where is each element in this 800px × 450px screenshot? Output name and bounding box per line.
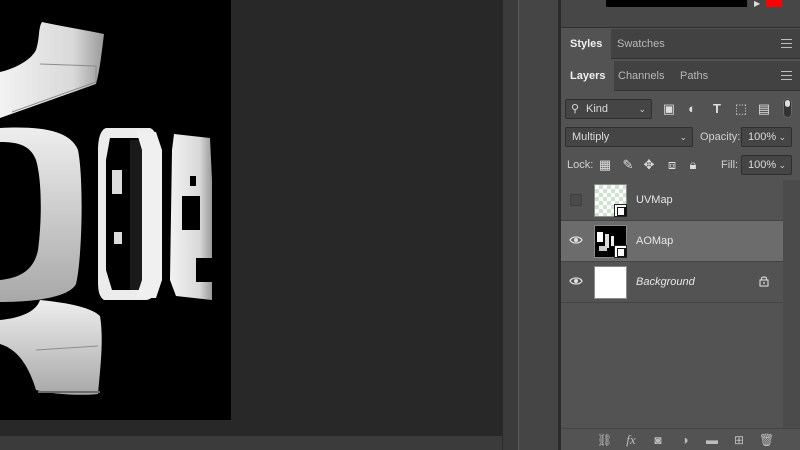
tab-layers[interactable]: Layers bbox=[561, 61, 615, 91]
layer-name[interactable]: Background bbox=[636, 276, 695, 288]
layer-thumbnail[interactable] bbox=[594, 266, 627, 299]
tab-paths[interactable]: Paths bbox=[671, 61, 717, 91]
panel-menu-icon[interactable] bbox=[781, 71, 792, 80]
layer-thumbnail[interactable] bbox=[594, 184, 627, 217]
panel-menu-icon[interactable] bbox=[781, 39, 792, 48]
opacity-field[interactable]: 100% ⌄ bbox=[741, 127, 792, 147]
visibility-toggle[interactable] bbox=[570, 194, 582, 206]
filter-kind-dropdown[interactable]: ⚲ Kind ⌄ bbox=[565, 99, 652, 119]
shape-filter-icon[interactable]: ⬚ bbox=[734, 102, 748, 116]
filter-kind-label: Kind bbox=[586, 103, 609, 115]
lock-all-icon[interactable]: 🔒︎ bbox=[686, 158, 700, 172]
link-icon[interactable]: ⛓ bbox=[597, 433, 612, 447]
smart-object-icon bbox=[614, 204, 627, 217]
color-panel-strip: ▶ bbox=[561, 0, 800, 28]
filter-toggle[interactable] bbox=[783, 98, 792, 118]
layers-footer-bar: ⛓ fx ◙ ◑ ▬ ⊞ 🗑︎ bbox=[561, 428, 800, 450]
eye-icon[interactable] bbox=[569, 276, 583, 286]
opacity-value: 100% bbox=[748, 131, 777, 143]
lock-position-icon[interactable]: ✥ bbox=[642, 158, 656, 172]
eye-icon[interactable] bbox=[569, 235, 583, 245]
ao-map-artwork bbox=[0, 22, 212, 395]
document-canvas[interactable] bbox=[0, 0, 231, 420]
layer-thumbnail[interactable] bbox=[594, 225, 627, 258]
blend-mode-dropdown[interactable]: Multiply ⌄ bbox=[565, 127, 693, 147]
tab-styles[interactable]: Styles bbox=[561, 29, 612, 59]
right-panel-column: ▶ Styles Swatches Layers Channels Paths … bbox=[561, 0, 800, 450]
tab-swatches[interactable]: Swatches bbox=[608, 29, 674, 59]
chevron-down-icon: ⌄ bbox=[679, 132, 687, 142]
play-icon[interactable]: ▶ bbox=[754, 0, 760, 8]
fx-icon[interactable]: fx bbox=[624, 433, 638, 447]
fill-field[interactable]: 100% ⌄ bbox=[741, 155, 792, 175]
trash-icon[interactable]: 🗑︎ bbox=[759, 433, 774, 447]
foreground-color-swatch[interactable] bbox=[766, 0, 782, 7]
group-folder-icon[interactable]: ▬ bbox=[705, 433, 719, 447]
styles-tabbar: Styles Swatches bbox=[561, 29, 800, 59]
collapsed-panel-dock[interactable] bbox=[518, 0, 558, 450]
chevron-down-icon: ⌄ bbox=[778, 132, 786, 142]
layers-tabbar: Layers Channels Paths bbox=[561, 61, 800, 91]
layer-row-uvmap[interactable]: UVMap bbox=[561, 180, 783, 221]
lock-transparent-pixels-icon[interactable]: ▦ bbox=[598, 158, 612, 172]
smart-object-icon bbox=[614, 245, 627, 258]
color-ramp[interactable] bbox=[606, 0, 747, 7]
layers-list: UVMap AOMap Background bbox=[561, 180, 783, 305]
mask-icon[interactable]: ◙ bbox=[651, 433, 665, 447]
lock-icon bbox=[759, 276, 769, 287]
pixel-layer-filter-icon[interactable]: ▣ bbox=[662, 102, 676, 116]
type-filter-icon[interactable]: T bbox=[710, 102, 724, 116]
layers-scrollbar[interactable] bbox=[783, 180, 800, 428]
layer-row-background[interactable]: Background bbox=[561, 262, 783, 303]
layer-name[interactable]: AOMap bbox=[636, 235, 673, 247]
chevron-down-icon: ⌄ bbox=[778, 160, 786, 170]
fill-value: 100% bbox=[748, 159, 777, 171]
tab-channels[interactable]: Channels bbox=[609, 61, 673, 91]
horizontal-scrollbar[interactable] bbox=[0, 436, 502, 450]
adjustment-filter-icon[interactable]: ◐ bbox=[685, 102, 699, 116]
layer-row-aomap[interactable]: AOMap bbox=[561, 221, 783, 262]
adjustment-icon[interactable]: ◑ bbox=[678, 433, 692, 447]
layer-name[interactable]: UVMap bbox=[636, 194, 673, 206]
vertical-scrollbar[interactable] bbox=[502, 0, 518, 450]
new-layer-icon[interactable]: ⊞ bbox=[732, 433, 746, 447]
lock-image-pixels-icon[interactable]: ✎ bbox=[621, 158, 635, 172]
fill-label: Fill: bbox=[721, 159, 739, 171]
lock-label: Lock: bbox=[567, 159, 594, 171]
opacity-label: Opacity: bbox=[700, 131, 741, 143]
chevron-down-icon: ⌄ bbox=[638, 104, 646, 114]
search-icon: ⚲ bbox=[571, 103, 580, 115]
smart-object-filter-icon[interactable]: ▤ bbox=[757, 102, 771, 116]
canvas-workspace[interactable] bbox=[0, 0, 502, 450]
blend-mode-value: Multiply bbox=[572, 131, 610, 143]
lock-artboard-icon[interactable]: ⧈ bbox=[665, 158, 679, 172]
